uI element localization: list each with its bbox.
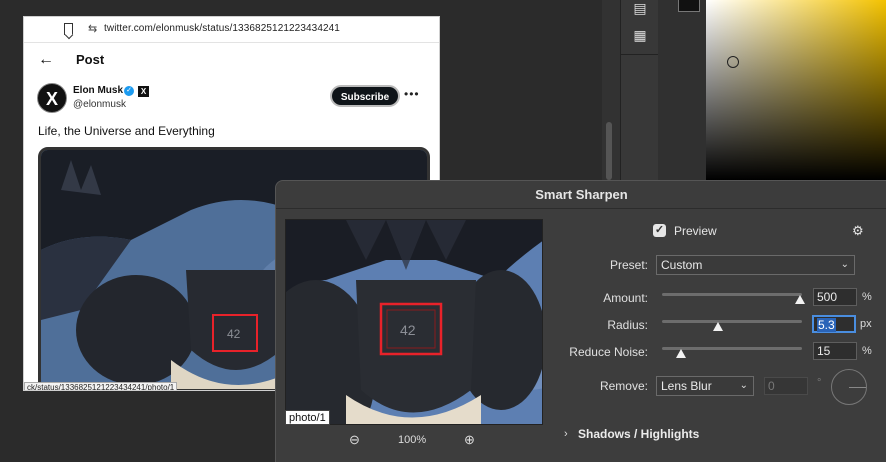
angle-input[interactable]: 0 xyxy=(764,377,808,395)
foreground-color-swatch[interactable] xyxy=(678,0,700,12)
x-affiliate-icon[interactable]: X xyxy=(138,86,149,97)
remove-select[interactable]: Lens Blur ⌄ xyxy=(656,376,754,396)
zoom-out-icon[interactable]: ⊖ xyxy=(349,432,360,448)
radius-label: Radius: xyxy=(607,318,648,332)
reduce-noise-slider-thumb[interactable] xyxy=(676,349,686,358)
preview-rocket-photo: 42 xyxy=(286,220,542,424)
avatar[interactable]: X xyxy=(37,83,67,113)
radius-value: 5.3 xyxy=(817,318,836,332)
radius-slider-track[interactable] xyxy=(662,320,802,323)
icon-divider xyxy=(621,54,659,55)
chevron-down-icon: ⌄ xyxy=(840,259,849,270)
reduce-noise-input[interactable]: 15 xyxy=(813,342,857,360)
url-text[interactable]: twitter.com/elonmusk/status/133682512122… xyxy=(104,23,340,34)
reduce-noise-unit: % xyxy=(862,345,872,357)
image-number-text: 42 xyxy=(227,327,241,341)
verified-badge-icon: ✓ xyxy=(124,86,134,96)
shadows-highlights-toggle[interactable]: Shadows / Highlights xyxy=(578,427,699,441)
remove-value: Lens Blur xyxy=(661,379,712,393)
angle-unit: ° xyxy=(817,377,822,389)
reduce-noise-label: Reduce Noise: xyxy=(569,345,648,359)
bookmark-icon[interactable] xyxy=(64,23,73,35)
remove-label: Remove: xyxy=(599,379,648,393)
gear-icon[interactable]: ⚙ xyxy=(852,223,864,239)
subscribe-button[interactable]: Subscribe xyxy=(330,85,400,107)
back-arrow-icon[interactable]: ← xyxy=(38,51,54,69)
panel-icon-column: ▤ ▦ xyxy=(620,0,659,180)
notes-panel-icon[interactable]: ▦ xyxy=(632,27,648,43)
preset-select[interactable]: Custom ⌄ xyxy=(656,255,855,275)
more-options-icon[interactable]: ••• xyxy=(404,87,420,101)
status-bar-url: ck/status/1336825121223434241/photo/1 xyxy=(24,382,178,390)
post-text: Life, the Universe and Everything xyxy=(38,124,215,138)
radius-unit: px xyxy=(860,318,872,330)
amount-unit: % xyxy=(862,291,872,303)
page-title: Post xyxy=(76,52,105,67)
address-bar[interactable]: ⇆ twitter.com/elonmusk/status/1336825121… xyxy=(24,17,439,43)
smart-sharpen-dialog: Smart Sharpen 42 photo/1 ⊖ 100% ⊕ ✓ Prev… xyxy=(275,180,886,462)
angle-dial[interactable] xyxy=(831,369,867,405)
amount-slider-thumb[interactable] xyxy=(795,295,805,304)
amount-input[interactable]: 500 xyxy=(813,288,857,306)
radius-slider-thumb[interactable] xyxy=(713,322,723,331)
zoom-in-icon[interactable]: ⊕ xyxy=(464,432,475,448)
radius-input[interactable]: 5.3 xyxy=(812,315,856,333)
color-picker-field[interactable] xyxy=(706,0,886,180)
preview-number-text: 42 xyxy=(400,322,416,338)
preview-checkbox[interactable]: ✓ xyxy=(653,224,666,237)
zoom-level: 100% xyxy=(398,434,427,446)
chevron-down-icon: ⌄ xyxy=(739,380,748,391)
chevron-right-icon[interactable]: › xyxy=(564,428,568,440)
photo-link-label: photo/1 xyxy=(285,410,330,425)
dialog-title[interactable]: Smart Sharpen xyxy=(276,181,886,209)
amount-slider-track[interactable] xyxy=(662,293,802,296)
author-handle[interactable]: @elonmusk xyxy=(73,99,126,110)
preset-label: Preset: xyxy=(609,258,648,272)
color-panel-bg xyxy=(658,0,706,180)
preset-value: Custom xyxy=(661,258,703,272)
amount-label: Amount: xyxy=(603,291,648,305)
preview-image[interactable]: 42 xyxy=(285,219,543,425)
post-header: ← Post xyxy=(24,43,439,79)
author-name[interactable]: Elon Musk xyxy=(73,85,123,96)
layers-panel-icon[interactable]: ▤ xyxy=(632,0,648,16)
color-picker-cursor[interactable] xyxy=(727,56,739,68)
preview-label[interactable]: Preview xyxy=(674,224,717,238)
panel-scrollbar[interactable] xyxy=(606,122,612,180)
tune-icon[interactable]: ⇆ xyxy=(88,22,97,35)
